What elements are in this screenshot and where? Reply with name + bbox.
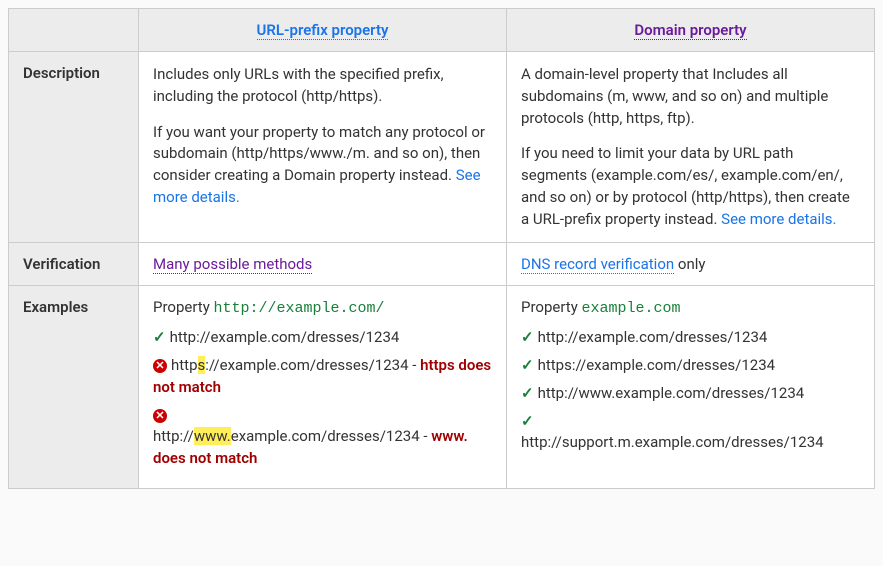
verification-methods-link[interactable]: Many possible methods — [153, 255, 312, 274]
x-icon: ✕ — [153, 359, 167, 373]
desc-domain-p1: A domain-level property that Includes al… — [521, 64, 860, 129]
example-item: ✕https://example.com/dresses/1234 - http… — [153, 355, 492, 399]
check-icon: ✓ — [521, 412, 534, 430]
column-header-domain: Domain property — [507, 9, 875, 52]
check-icon: ✓ — [521, 384, 534, 402]
check-icon: ✓ — [521, 356, 534, 374]
example-property-value: example.com — [582, 300, 681, 317]
verification-url-prefix: Many possible methods — [139, 243, 507, 286]
example-item: ✕ http://www.example.com/dresses/1234 - … — [153, 405, 492, 470]
domain-property-link[interactable]: Domain property — [634, 21, 746, 40]
highlight-text: www. — [194, 427, 231, 445]
corner-cell — [9, 9, 139, 52]
check-icon: ✓ — [153, 328, 166, 346]
example-item: ✓http://example.com/dresses/1234 — [521, 327, 860, 349]
x-icon: ✕ — [153, 409, 167, 423]
row-verification: Verification Many possible methods DNS r… — [9, 243, 875, 286]
example-list-domain: ✓http://example.com/dresses/1234 ✓https:… — [521, 327, 860, 454]
desc-domain-p2: If you need to limit your data by URL pa… — [521, 143, 860, 230]
row-examples: Examples Property http://example.com/ ✓h… — [9, 286, 875, 489]
example-item: ✓https://example.com/dresses/1234 — [521, 355, 860, 377]
check-icon: ✓ — [521, 328, 534, 346]
column-header-url-prefix: URL-prefix property — [139, 9, 507, 52]
example-item: ✓http://www.example.com/dresses/1234 — [521, 383, 860, 405]
row-header-examples: Examples — [9, 286, 139, 489]
example-list-url-prefix: ✓http://example.com/dresses/1234 ✕https:… — [153, 327, 492, 470]
description-domain: A domain-level property that Includes al… — [507, 52, 875, 243]
examples-domain: Property example.com ✓http://example.com… — [507, 286, 875, 489]
desc-url-prefix-p2: If you want your property to match any p… — [153, 122, 492, 209]
row-header-description: Description — [9, 52, 139, 243]
example-item: ✓http://example.com/dresses/1234 — [153, 327, 492, 349]
description-url-prefix: Includes only URLs with the specified pr… — [139, 52, 507, 243]
url-prefix-property-link[interactable]: URL-prefix property — [257, 21, 389, 40]
dns-verification-link[interactable]: DNS record verification — [521, 255, 674, 274]
example-property-value: http://example.com/ — [214, 300, 385, 317]
row-header-verification: Verification — [9, 243, 139, 286]
example-item: ✓http://support.m.example.com/dresses/12… — [521, 411, 860, 455]
example-property-label: Property example.com — [521, 298, 860, 317]
examples-url-prefix: Property http://example.com/ ✓http://exa… — [139, 286, 507, 489]
comparison-table: URL-prefix property Domain property Desc… — [8, 8, 875, 489]
verification-domain: DNS record verification only — [507, 243, 875, 286]
example-property-label: Property http://example.com/ — [153, 298, 492, 317]
row-description: Description Includes only URLs with the … — [9, 52, 875, 243]
desc-url-prefix-p1: Includes only URLs with the specified pr… — [153, 64, 492, 108]
see-more-link-domain[interactable]: See more details. — [721, 210, 836, 228]
